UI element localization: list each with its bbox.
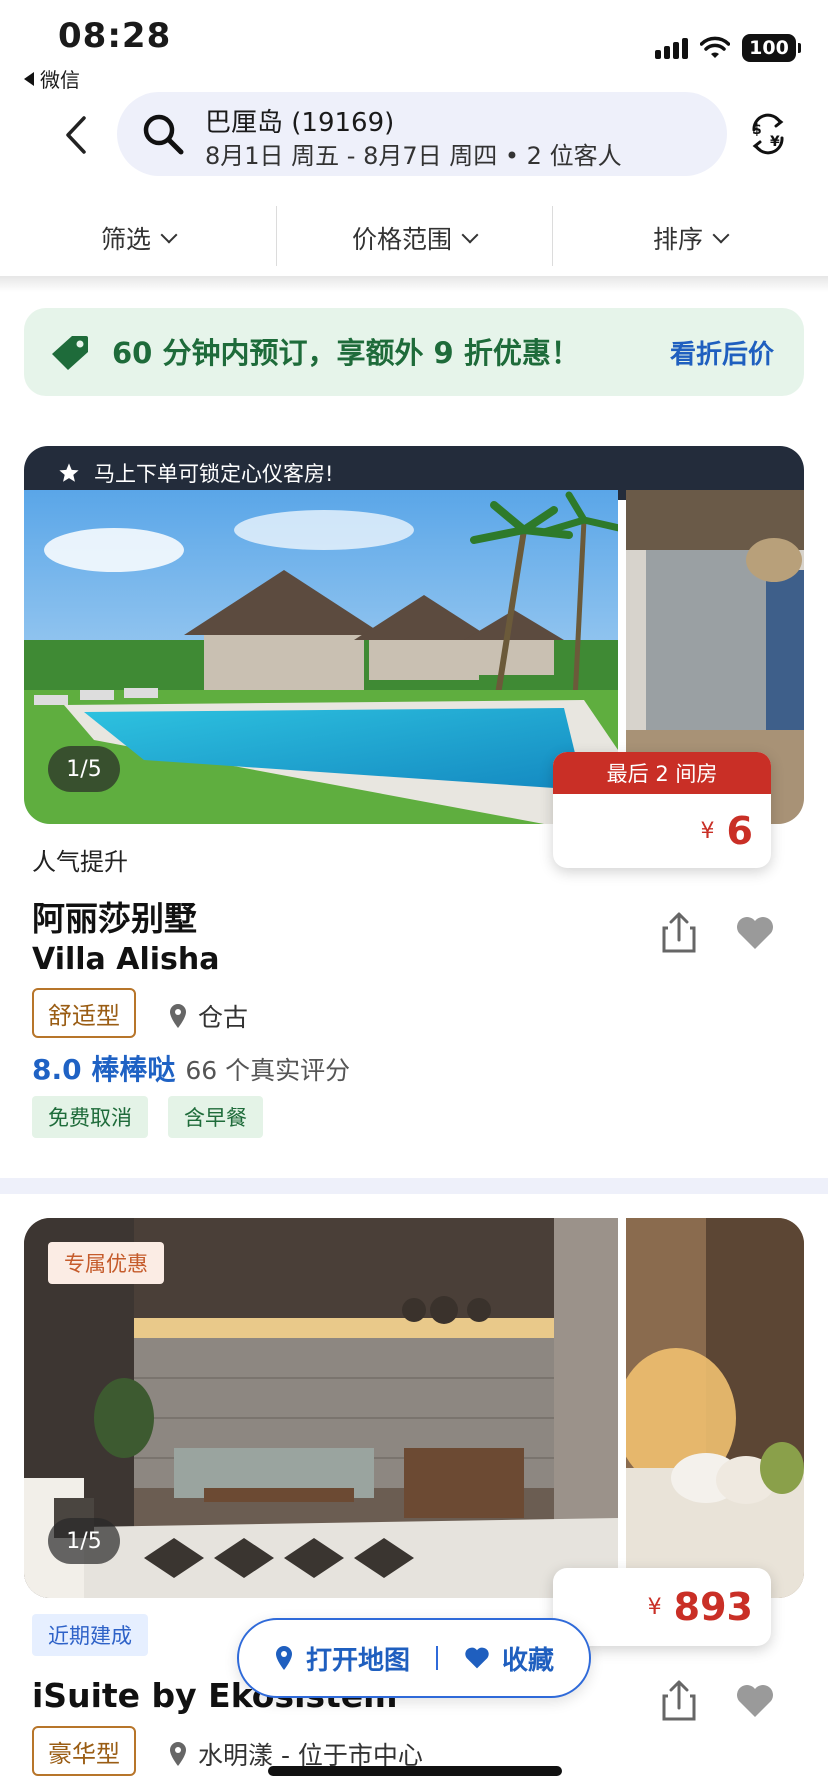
map-favorites-toolbar: 打开地图 收藏 [237, 1618, 591, 1698]
heart-icon [465, 1647, 489, 1669]
chevron-down-icon [160, 226, 178, 244]
filter-bar-shadow [0, 276, 828, 292]
location-pin-icon [275, 1646, 292, 1670]
hotel-name-chinese[interactable]: 阿丽莎别墅 [32, 892, 197, 940]
hotel-card[interactable]: 专属优惠 1/5 ¥ 893 近期建成 iSuite by Ekosistem … [0, 1218, 828, 1792]
free-cancel-chip: 免费取消 [32, 1096, 148, 1138]
price-box[interactable]: ¥ 893 [553, 1568, 771, 1646]
hotel-tagline: 人气提升 [32, 848, 128, 876]
rating-score: 8.0 棒棒哒 [32, 1053, 176, 1086]
hotel-location: 仓古 [168, 998, 248, 1034]
back-triangle-icon [24, 71, 34, 86]
price-box[interactable]: 最后 2 间房 ¥ 6 [553, 752, 771, 868]
battery-icon: 100 [742, 34, 801, 62]
hotel-banner-text: 马上下单可锁定心仪客房! [94, 462, 334, 486]
status-bar: 08:28 微信 100 [0, 0, 828, 92]
price-value: ¥ 6 [553, 794, 771, 868]
location-pin-icon [170, 1004, 186, 1028]
filter-label: 筛选 [100, 225, 151, 254]
currency-switch-button[interactable]: $ ¥ [746, 112, 790, 156]
filter-dropdown[interactable]: 筛选 [0, 200, 276, 276]
photo-counter: 1/5 [48, 746, 120, 792]
favorites-label: 收藏 [502, 1645, 555, 1676]
hotel-type-badge: 舒适型 [32, 988, 136, 1038]
share-button[interactable] [656, 1678, 702, 1724]
chevron-down-icon [461, 226, 479, 244]
toolbar-divider [436, 1646, 438, 1670]
location-pin-icon [170, 1742, 186, 1766]
chevron-down-icon [712, 226, 730, 244]
status-time: 08:28 [58, 16, 172, 56]
favorite-button[interactable] [732, 1678, 778, 1724]
heart-icon [737, 917, 773, 949]
sort-dropdown[interactable]: 排序 [552, 200, 828, 276]
search-dates-guests: 8月1日 周五 - 8月7日 周四 • 2 位客人 [205, 142, 622, 170]
share-icon [662, 1680, 696, 1721]
back-to-app-link[interactable]: 微信 [24, 64, 80, 93]
share-icon [662, 912, 696, 953]
svg-text:¥: ¥ [770, 134, 780, 150]
price-range-dropdown[interactable]: 价格范围 [276, 200, 552, 276]
hotel-location-text: 仓古 [198, 1003, 249, 1032]
card-separator [0, 1178, 828, 1194]
promo-banner[interactable]: 60 分钟内预订，享额外 9 折优惠！ 看折后价 [24, 308, 804, 396]
price-value: ¥ 893 [553, 1568, 771, 1646]
currency-symbol: ¥ [700, 818, 715, 844]
open-map-label: 打开地图 [305, 1645, 410, 1676]
filter-bar: 筛选 价格范围 排序 [0, 200, 828, 276]
price-amount: 893 [673, 1585, 753, 1629]
sort-label: 排序 [652, 225, 703, 254]
price-tag-icon [52, 336, 88, 370]
signal-icon [655, 37, 688, 59]
breakfast-chip: 含早餐 [168, 1096, 263, 1138]
search-icon [143, 114, 184, 155]
star-icon [59, 463, 79, 482]
search-summary[interactable]: 巴厘岛 (19169) 8月1日 周五 - 8月7日 周四 • 2 位客人 [117, 92, 727, 176]
price-amount: 6 [726, 809, 753, 853]
hotel-type-badge: 豪华型 [32, 1726, 136, 1776]
share-button[interactable] [656, 910, 702, 956]
search-header: 巴厘岛 (19169) 8月1日 周五 - 8月7日 周四 • 2 位客人 $ … [0, 92, 828, 180]
price-range-label: 价格范围 [351, 225, 452, 254]
hotel-photo-secondary[interactable] [626, 1218, 804, 1598]
chevron-left-icon [66, 116, 86, 154]
hotel-name-english[interactable]: Villa Alisha [32, 942, 219, 977]
currency-symbol: ¥ [647, 1594, 662, 1620]
home-indicator[interactable] [268, 1766, 562, 1776]
photo-counter: 1/5 [48, 1518, 120, 1564]
recently-built-badge: 近期建成 [32, 1614, 148, 1656]
search-destination: 巴厘岛 (19169) [205, 108, 395, 138]
open-map-button[interactable]: 打开地图 [274, 1640, 410, 1677]
favorite-button[interactable] [732, 910, 778, 956]
back-app-label: 微信 [40, 68, 80, 92]
currency-exchange-icon: $ ¥ [752, 113, 784, 155]
hotel-rating[interactable]: 8.0 棒棒哒 66 个真实评分 [32, 1048, 350, 1088]
heart-icon [737, 1685, 773, 1717]
back-button[interactable] [56, 110, 96, 160]
promo-text: 60 分钟内预订，享额外 9 折优惠！ [112, 336, 580, 370]
urgency-label: 最后 2 间房 [553, 752, 771, 794]
svg-text:$: $ [752, 122, 762, 138]
promo-see-price-link[interactable]: 看折后价 [670, 334, 774, 371]
wifi-icon [700, 36, 730, 58]
exclusive-offer-badge: 专属优惠 [48, 1242, 164, 1284]
bedroom-photo [626, 1218, 804, 1598]
hotel-card[interactable]: 马上下单可锁定心仪客房! 1/5 最后 2 间房 ¥ 6 人气提升 阿丽莎别墅 … [0, 446, 828, 1168]
rating-count: 66 个真实评分 [185, 1056, 351, 1085]
favorites-button[interactable]: 收藏 [464, 1640, 554, 1677]
status-icons: 100 [655, 34, 801, 62]
